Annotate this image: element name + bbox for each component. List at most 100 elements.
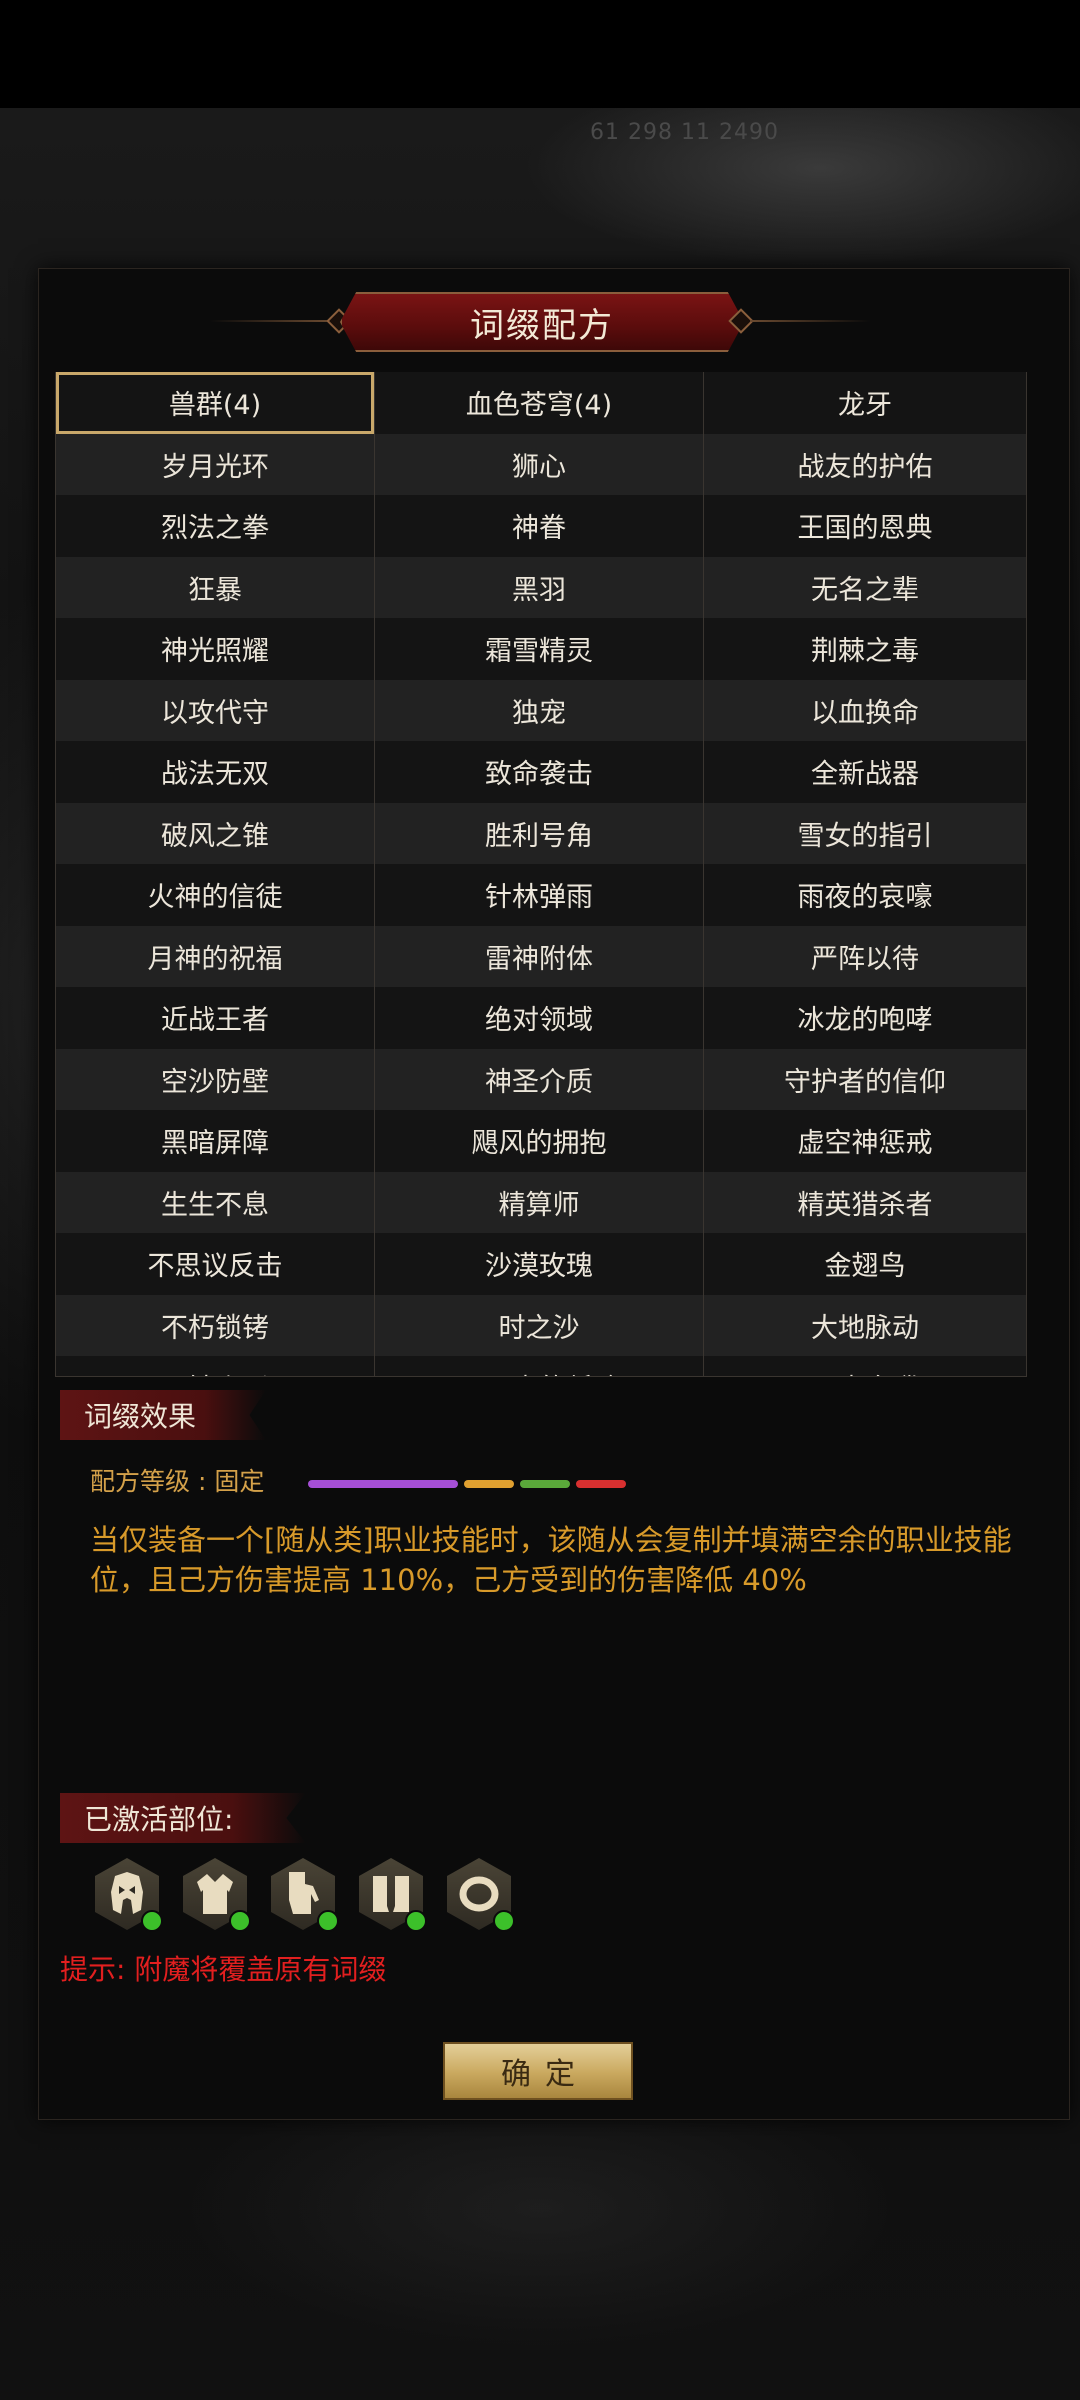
recipe-cell[interactable]: 龙牙: [704, 372, 1026, 434]
recipe-cell[interactable]: 四元素的低吟: [375, 1356, 704, 1376]
recipe-row: 不思议反击 沙漠玫瑰 金翅鸟: [56, 1233, 1026, 1295]
recipe-cell[interactable]: 烈法之拳: [56, 495, 375, 557]
status-faint-text: 61 298 11 2490: [590, 120, 779, 145]
recipe-cell[interactable]: 大地脉动: [704, 1295, 1026, 1357]
effects-section-label: 词缀效果: [60, 1390, 266, 1440]
recipe-cell[interactable]: 血色苍穹(4): [375, 372, 704, 434]
effect-description: 当仅装备一个[随从类]职业技能时，该随从会复制并填满空余的职业技能位，且己方伤害…: [90, 1523, 1012, 1597]
recipe-level-label: 配方等级 : 固定: [90, 1467, 265, 1496]
activated-parts-label: 已激活部位:: [60, 1793, 306, 1843]
recipe-cell[interactable]: 雨夜的哀嚎: [704, 864, 1026, 926]
recipe-cell[interactable]: 黑羽: [375, 556, 704, 618]
recipe-cell[interactable]: 黑暗屏障: [56, 1110, 375, 1172]
level-bar-segment: [520, 1480, 570, 1488]
recipe-cell[interactable]: 冰龙的咆哮: [704, 987, 1026, 1049]
recipe-cell[interactable]: 火神的信徒: [56, 864, 375, 926]
recipe-cell[interactable]: 胜利号角: [375, 802, 704, 864]
recipe-cell[interactable]: 以血换命: [704, 680, 1026, 742]
recipe-cell[interactable]: 战友的护佑: [704, 434, 1026, 496]
level-bar-segment: [308, 1480, 458, 1488]
dialog-title: 词缀配方: [340, 292, 744, 352]
recipe-cell[interactable]: 雪女的指引: [704, 803, 1026, 865]
boots-icon: [373, 1876, 409, 1912]
recipe-row: 风蚀幽影四元素的低吟元素奔腾: [56, 1356, 1026, 1376]
dialog-title-bar: 词缀配方: [210, 292, 870, 352]
recipe-cell[interactable]: 王国的恩典: [704, 495, 1026, 557]
confirm-button[interactable]: 确定: [443, 2042, 633, 2100]
recipe-cell[interactable]: 独宠: [375, 679, 704, 741]
part-boots[interactable]: [359, 1858, 427, 1932]
recipe-row: 岁月光环 狮心 战友的护佑: [56, 433, 1026, 496]
ring-icon: [459, 1876, 499, 1912]
recipe-cell[interactable]: 狂暴: [56, 556, 375, 618]
recipe-row: 空沙防壁 神圣介质 守护者的信仰: [56, 1048, 1026, 1111]
recipe-cell[interactable]: 精英猎杀者: [704, 1172, 1026, 1234]
recipe-cell[interactable]: 雷神附体: [375, 925, 704, 987]
recipe-cell[interactable]: 岁月光环: [56, 433, 375, 495]
recipe-cell[interactable]: 不思议反击: [56, 1233, 375, 1295]
recipe-row: 黑暗屏障 飓风的拥抱 虚空神惩戒: [56, 1110, 1026, 1172]
recipe-cell[interactable]: 守护者的信仰: [704, 1049, 1026, 1111]
recipe-cell[interactable]: 不朽锁铐: [56, 1294, 375, 1356]
helmet-icon: [111, 1872, 143, 1914]
overwrite-hint: 提示: 附魔将覆盖原有词缀: [60, 1953, 387, 1986]
recipe-row: 烈法之拳 神眷 王国的恩典: [56, 495, 1026, 557]
part-helmet[interactable]: [95, 1858, 163, 1932]
active-indicator: [493, 1910, 515, 1932]
recipe-cell[interactable]: 致命袭击: [375, 741, 704, 803]
recipe-grid: 兽群(4) 血色苍穹(4) 龙牙 岁月光环 狮心 战友的护佑 烈法之拳 神眷 王国的恩典 狂暴 黑羽…: [56, 372, 1026, 1376]
recipe-cell[interactable]: 全新战器: [704, 741, 1026, 803]
recipe-cell[interactable]: 神圣介质: [375, 1048, 704, 1110]
recipe-row: 战法无双 致命袭击 全新战器: [56, 741, 1026, 803]
gloves-icon: [289, 1872, 319, 1914]
part-ring[interactable]: [447, 1858, 515, 1932]
part-armor[interactable]: [183, 1858, 251, 1932]
recipe-row: 以攻代守 独宠 以血换命: [56, 679, 1026, 742]
recipe-level-bar: [308, 1480, 626, 1488]
recipe-cell[interactable]: 无名之辈: [704, 557, 1026, 619]
level-bar-segment: [464, 1480, 514, 1488]
recipe-cell[interactable]: 荆棘之毒: [704, 618, 1026, 680]
recipe-cell[interactable]: 时之沙: [375, 1294, 704, 1356]
recipe-cell[interactable]: 金翅鸟: [704, 1233, 1026, 1295]
recipe-row: 神光照耀 霜雪精灵 荆棘之毒: [56, 618, 1026, 680]
recipe-cell[interactable]: 沙漠玫瑰: [375, 1233, 704, 1295]
recipe-cell[interactable]: 风蚀幽影: [56, 1356, 375, 1376]
recipe-row: 兽群(4) 血色苍穹(4) 龙牙: [56, 372, 1026, 434]
recipe-cell[interactable]: 飓风的拥抱: [375, 1110, 704, 1172]
recipe-cell[interactable]: 近战王者: [56, 987, 375, 1049]
recipe-row: 月神的祝福 雷神附体 严阵以待: [56, 925, 1026, 988]
recipe-cell[interactable]: 神眷: [375, 495, 704, 557]
active-indicator: [317, 1910, 339, 1932]
recipe-cell[interactable]: 以攻代守: [56, 679, 375, 741]
title-divider-right: [750, 320, 870, 322]
recipe-cell[interactable]: 战法无双: [56, 741, 375, 803]
recipe-cell[interactable]: 狮心: [375, 433, 704, 495]
recipe-row: 火神的信徒 针林弹雨 雨夜的哀嚎: [56, 864, 1026, 926]
recipe-row: 不朽锁铐 时之沙 大地脉动: [56, 1294, 1026, 1357]
recipe-cell[interactable]: 兽群(4): [56, 372, 375, 434]
part-gloves[interactable]: [271, 1858, 339, 1932]
title-divider-left: [210, 320, 330, 322]
recipe-cell[interactable]: 霜雪精灵: [375, 618, 704, 680]
recipe-cell[interactable]: 生生不息: [56, 1171, 375, 1233]
recipe-cell[interactable]: 月神的祝福: [56, 925, 375, 987]
recipe-cell[interactable]: 虚空神惩戒: [704, 1110, 1026, 1172]
activated-parts-list: [95, 1858, 515, 1932]
recipe-cell[interactable]: 元素奔腾: [704, 1356, 1026, 1376]
recipe-cell[interactable]: 严阵以待: [704, 926, 1026, 988]
recipe-row: 生生不息 精算师 精英猎杀者: [56, 1171, 1026, 1234]
active-indicator: [229, 1910, 251, 1932]
recipe-row: 狂暴 黑羽 无名之辈: [56, 556, 1026, 619]
recipe-cell[interactable]: 破风之锥: [56, 802, 375, 864]
status-bar: [0, 0, 1080, 108]
recipe-cell[interactable]: 空沙防壁: [56, 1048, 375, 1110]
recipe-row: 近战王者 绝对领域 冰龙的咆哮: [56, 987, 1026, 1049]
recipe-row: 破风之锥 胜利号角 雪女的指引: [56, 802, 1026, 865]
recipe-cell[interactable]: 神光照耀: [56, 618, 375, 680]
recipe-cell[interactable]: 精算师: [375, 1171, 704, 1233]
level-bar-segment: [576, 1480, 626, 1488]
recipe-table[interactable]: 兽群(4) 血色苍穹(4) 龙牙 岁月光环 狮心 战友的护佑 烈法之拳 神眷 王国的恩典 狂暴 黑羽…: [55, 372, 1027, 1377]
recipe-cell[interactable]: 绝对领域: [375, 987, 704, 1049]
recipe-cell[interactable]: 针林弹雨: [375, 864, 704, 926]
